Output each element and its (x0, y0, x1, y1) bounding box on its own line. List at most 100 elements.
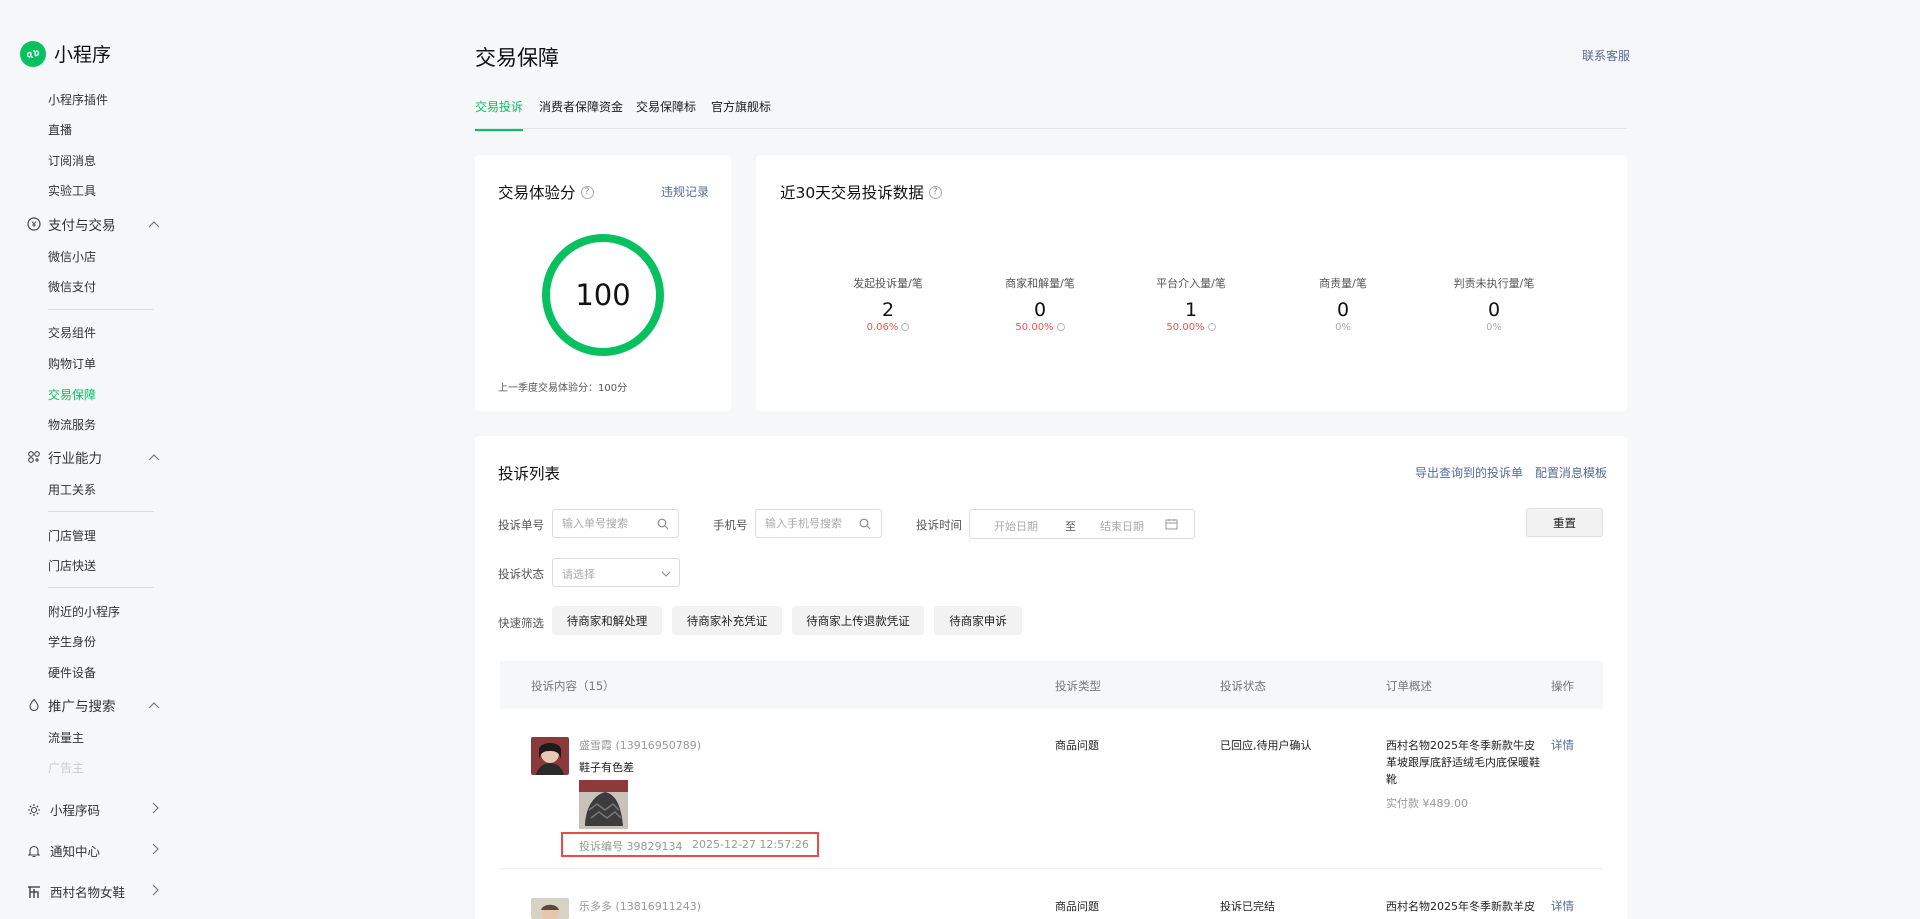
stat-value: 0 (1487, 299, 1501, 321)
start-date[interactable]: 开始日期 (994, 518, 1038, 534)
stat-initiated: 发起投诉量/笔 2 0.06% (813, 275, 963, 333)
info-icon[interactable] (901, 323, 910, 331)
sidebar-item-orders[interactable]: 购物订单 (48, 355, 96, 372)
tab-official-badge[interactable]: 官方旗舰标 (711, 98, 771, 129)
sidebar-item-weixin-shop[interactable]: 微信小店 (48, 248, 96, 265)
score-value: 100 (575, 278, 631, 312)
sidebar-item-store-delivery[interactable]: 门店快送 (48, 557, 96, 574)
stat-value: 0 (1033, 299, 1047, 321)
tab-guarantee-badge[interactable]: 交易保障标 (636, 98, 696, 129)
filter-status-label: 投诉状态 (498, 567, 544, 581)
stat-unexecuted: 判责未执行量/笔 0 0% (1419, 275, 1569, 333)
quick-filter-settle[interactable]: 待商家和解处理 (552, 606, 662, 635)
score-note: 上一季度交易体验分：100分 (498, 383, 628, 394)
calendar-icon[interactable] (1165, 518, 1178, 533)
complaint-photo[interactable] (579, 780, 628, 829)
info-icon[interactable] (1056, 323, 1065, 331)
sidebar-item-trade-component[interactable]: 交易组件 (48, 324, 96, 341)
date-separator: 至 (1065, 520, 1076, 533)
stat-merchant-liable: 商责量/笔 0 0% (1268, 275, 1418, 333)
stat-percent: 0% (1335, 322, 1351, 333)
sidebar-divider (48, 587, 154, 588)
stat-value: 0 (1336, 299, 1350, 321)
export-link[interactable]: 导出查询到的投诉单 (1415, 464, 1523, 481)
sidebar-group-promo-label: 推广与搜索 (48, 699, 116, 715)
logo-text: 小程序 (54, 44, 112, 66)
sidebar-item-logistics[interactable]: 物流服务 (48, 416, 96, 433)
violation-record-link[interactable]: 违规记录 (661, 183, 709, 200)
sidebar-item-subscribe[interactable]: 订阅消息 (48, 152, 96, 169)
complaint-status: 已回应,待用户确认 (1220, 739, 1312, 752)
quick-filter-label: 快速筛选 (498, 616, 544, 630)
sidebar-item-student[interactable]: 学生身份 (48, 633, 96, 650)
detail-link[interactable]: 详情 (1551, 737, 1574, 753)
stat-label: 商责量/笔 (1319, 277, 1367, 290)
sidebar-notify-label: 通知中心 (50, 844, 101, 859)
filter-no-label: 投诉单号 (498, 518, 544, 532)
chevron-up-icon (148, 697, 160, 713)
sidebar-account[interactable]: 西村名物女鞋 (26, 882, 160, 901)
promo-icon (26, 697, 42, 713)
sidebar-item-weixin-pay[interactable]: 微信支付 (48, 278, 96, 295)
info-icon[interactable] (1207, 323, 1216, 331)
complainant: 盛雪霞 (13916950789) (579, 739, 702, 752)
chevron-right-icon (152, 802, 160, 817)
quick-filter-evidence[interactable]: 待商家补充凭证 (672, 606, 782, 635)
sidebar-item-nearby[interactable]: 附近的小程序 (48, 603, 120, 620)
sidebar-group-pay-label: 支付与交易 (48, 218, 116, 234)
order-summary: 西村名物2025年冬季新款牛皮 革坡跟厚底舒适绒毛内底保暖鞋 靴 (1386, 737, 1540, 788)
stat-platform: 平台介入量/笔 1 50.00% (1116, 275, 1266, 333)
quick-filter-refund-proof[interactable]: 待商家上传退款凭证 (792, 606, 924, 635)
order-line: 靴 (1386, 773, 1397, 786)
sidebar-item-lab[interactable]: 实验工具 (48, 182, 96, 199)
stat-label: 判责未执行量/笔 (1453, 277, 1535, 290)
config-template-link[interactable]: 配置消息模板 (1535, 464, 1607, 481)
order-line: 革坡跟厚底舒适绒毛内底保暖鞋 (1386, 756, 1540, 769)
sidebar-item-trade-guarantee[interactable]: 交易保障 (48, 386, 96, 403)
sidebar-item-store-manage[interactable]: 门店管理 (48, 527, 96, 544)
logo[interactable]: 小程序 (20, 40, 111, 67)
sidebar-item-traffic-owner[interactable]: 流量主 (48, 729, 84, 746)
stat-settled: 商家和解量/笔 0 50.00% (965, 275, 1115, 333)
tab-consumer-fund[interactable]: 消费者保障资金 (539, 98, 623, 129)
end-date[interactable]: 结束日期 (1100, 518, 1144, 534)
sidebar-code-label: 小程序码 (50, 803, 101, 818)
sidebar-group-pay[interactable]: 支付与交易 (26, 214, 160, 234)
sidebar-mini-program-code[interactable]: 小程序码 (26, 800, 160, 819)
complaint-content: 鞋子有色差 (579, 761, 634, 774)
sidebar-item-live[interactable]: 直播 (48, 121, 72, 138)
contact-service-link[interactable]: 联系客服 (1582, 47, 1630, 64)
question-icon[interactable]: ? (580, 185, 594, 199)
sidebar-notify-center[interactable]: 通知中心 (26, 841, 160, 860)
date-range-picker[interactable]: 开始日期 至 结束日期 (969, 509, 1195, 539)
chevron-up-icon (148, 449, 160, 465)
sun-icon (26, 802, 42, 818)
chevron-right-icon (152, 843, 160, 858)
complaint-status: 投诉已完结 (1220, 900, 1275, 913)
page-title: 交易保障 (475, 46, 559, 70)
stat-percent: 50.00% (1116, 322, 1266, 333)
sidebar-divider (48, 309, 154, 310)
score-ring: 100 (542, 234, 664, 356)
stat-value: 1 (1184, 299, 1198, 321)
sidebar-item-advertiser[interactable]: 广告主 (48, 759, 84, 776)
sidebar-item-employment[interactable]: 用工关系 (48, 481, 96, 498)
reset-button[interactable]: 重置 (1526, 508, 1603, 537)
stats-card-title: 近30天交易投诉数据 ? (780, 181, 942, 203)
avatar (531, 898, 569, 919)
status-select[interactable]: 请选择 (552, 558, 680, 587)
tab-trade-complaint[interactable]: 交易投诉 (475, 98, 524, 131)
filter-phone-label: 手机号 (713, 518, 748, 532)
quick-filter-appeal[interactable]: 待商家申诉 (934, 606, 1022, 635)
sidebar-group-promo[interactable]: 推广与搜索 (26, 695, 160, 715)
detail-link[interactable]: 详情 (1551, 898, 1574, 914)
search-icon[interactable] (858, 517, 872, 531)
sidebar-item-plugin[interactable]: 小程序插件 (48, 91, 108, 108)
question-icon[interactable]: ? (928, 185, 942, 199)
sidebar-item-hardware[interactable]: 硬件设备 (48, 664, 96, 681)
mini-program-logo-icon (20, 40, 46, 67)
sidebar-group-industry[interactable]: 行业能力 (26, 447, 160, 467)
chevron-up-icon (148, 216, 160, 232)
stat-value: 2 (881, 299, 895, 321)
search-icon[interactable] (656, 517, 670, 531)
